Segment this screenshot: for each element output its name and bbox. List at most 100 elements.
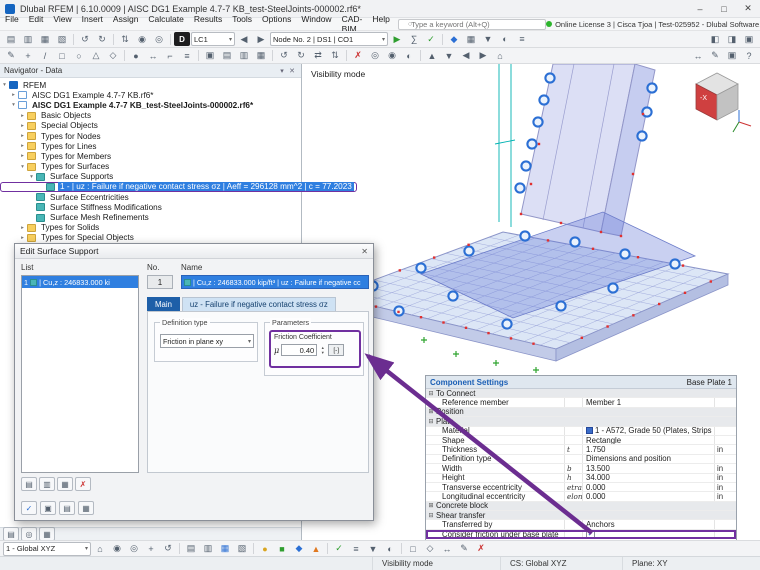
orbit-button[interactable]: ↺	[160, 542, 176, 556]
tree-expand-icon[interactable]: ▸	[9, 92, 18, 98]
anchor-icon[interactable]	[463, 245, 475, 257]
pan-button[interactable]: +	[143, 542, 159, 556]
cs-row-shear-transfer[interactable]: ⊟ Shear transfer	[426, 511, 736, 521]
tables-button[interactable]: ▦	[463, 32, 479, 46]
dimension-button[interactable]: ↔	[145, 49, 161, 63]
anchor-icon[interactable]	[519, 230, 531, 242]
checkbox-checked-icon[interactable]: ✓	[586, 529, 595, 539]
left-view-button[interactable]: ◀	[458, 49, 474, 63]
anchor-icon[interactable]	[415, 262, 427, 274]
tree-item-surface-support-1[interactable]: 1 - | uz : Failure if negative contact s…	[0, 181, 357, 193]
delete-support-button[interactable]: ✗	[75, 477, 91, 491]
cs-row-reference-member[interactable]: Reference member Member 1	[426, 398, 736, 408]
anchor-icon[interactable]	[569, 236, 581, 248]
maximize-button[interactable]: □	[712, 0, 736, 17]
dialog-titlebar[interactable]: Edit Surface Support ✕	[15, 244, 373, 259]
zoom-all-button[interactable]: ◉	[109, 542, 125, 556]
friction-coefficient-input[interactable]: 0.40	[281, 344, 318, 356]
undo-button[interactable]: ↺	[77, 32, 93, 46]
clipping-box-button[interactable]: □	[405, 542, 421, 556]
nav-tab-data[interactable]: ▤	[3, 527, 19, 541]
insert-polygon-button[interactable]: △	[88, 49, 104, 63]
tree-item-basic-objects[interactable]: ▸ Basic Objects	[0, 111, 301, 121]
new-support-button[interactable]: ▤	[21, 477, 37, 491]
tree-item-surface-eccentricities[interactable]: Surface Eccentricities	[0, 192, 301, 202]
cs-row-longitudinal-eccentricity[interactable]: Longitudinal eccentricity elon 0.000 in	[426, 492, 736, 502]
anchor-icon[interactable]	[607, 282, 619, 294]
cs-row-definition-type[interactable]: Definition type Dimensions and position	[426, 454, 736, 465]
tree-item-types-for-members[interactable]: ▸ Types for Members	[0, 151, 301, 161]
select-button[interactable]: ▣	[202, 49, 218, 63]
anchor-icon[interactable]	[514, 182, 526, 194]
rendering-button[interactable]: ▧	[234, 542, 250, 556]
transparent-display-button[interactable]: ▦	[217, 542, 233, 556]
definition-type-select[interactable]: Friction in plane xy ▾	[160, 334, 254, 348]
select-special-button[interactable]: ▥	[236, 49, 252, 63]
nav-tab-views[interactable]: ◎	[21, 527, 37, 541]
tree-item-surface-stiffness-modifications[interactable]: Surface Stiffness Modifications	[0, 202, 301, 212]
settings-button[interactable]: ≡	[514, 32, 530, 46]
expand-icon[interactable]: ⊞	[426, 408, 436, 415]
minimize-button[interactable]: –	[688, 0, 712, 17]
tree-item-types-for-nodes[interactable]: ▸ Types for Nodes	[0, 131, 301, 141]
dialog-close-icon[interactable]: ✕	[361, 247, 368, 256]
anchor-icon[interactable]	[555, 300, 567, 312]
display-properties-button[interactable]: ◉	[134, 32, 150, 46]
info-button[interactable]: ▤	[59, 501, 75, 515]
friction-coefficient-stepper[interactable]: ▴ ▾	[319, 345, 326, 355]
renumber-button[interactable]: ⇅	[117, 32, 133, 46]
zoom-button[interactable]: ◎	[126, 542, 142, 556]
tree-item-special-objects[interactable]: ▸ Special Objects	[0, 121, 301, 131]
print-button[interactable]: ▧	[54, 32, 70, 46]
cs-row-to-connect[interactable]: ⊟ To Connect	[426, 389, 736, 399]
renumber-supports-button[interactable]: ▦	[57, 477, 73, 491]
cs-row-shape[interactable]: Shape Rectangle	[426, 436, 736, 446]
cs-row-consider-friction-under-base-plate[interactable]: Consider friction under base plate ✓	[426, 529, 736, 540]
anchor-icon[interactable]	[641, 106, 653, 118]
insert-circle-button[interactable]: ○	[71, 49, 87, 63]
tree-expand-icon[interactable]: ▾	[18, 164, 27, 170]
collapse-icon[interactable]: ⊟	[426, 390, 436, 397]
redo-button[interactable]: ↻	[94, 32, 110, 46]
cs-row-transferred-by[interactable]: Transferred by Anchors	[426, 520, 736, 530]
home-view-button[interactable]: ⌂	[492, 49, 508, 63]
rotate-view-button[interactable]: ↺	[276, 49, 292, 63]
select-window-button[interactable]: ▤	[219, 49, 235, 63]
visibility-button[interactable]: ◐	[497, 32, 513, 46]
ortho-button[interactable]: ⌐	[162, 49, 178, 63]
anchor-icon[interactable]	[447, 290, 459, 302]
cs-row-transverse-eccentricity[interactable]: Transverse eccentricity etra 0.000 in	[426, 483, 736, 493]
tree-expand-icon[interactable]: ▾	[0, 82, 9, 88]
tree-expand-icon[interactable]: ▸	[18, 123, 27, 129]
snap-line-button[interactable]: ◆	[291, 542, 307, 556]
tree-expand-icon[interactable]: ▾	[27, 174, 36, 180]
insert-surface-button[interactable]: ◇	[105, 49, 121, 63]
cs-row-position[interactable]: ⊞ Position	[426, 407, 736, 418]
anchor-icon[interactable]	[636, 130, 648, 142]
anchor-icon[interactable]	[501, 318, 513, 330]
insert-rectangle-button[interactable]: □	[54, 49, 70, 63]
previous-load-case-button[interactable]: ◀	[236, 32, 252, 46]
close-button[interactable]: ✕	[736, 0, 760, 17]
insert-support-button[interactable]: ●	[128, 49, 144, 63]
cs-row-width[interactable]: Width b 13.500 in	[426, 464, 736, 474]
snap-grid-button[interactable]: ■	[274, 542, 290, 556]
cs-row-material[interactable]: Material 1 - A572, Grade 50 (Plates, Stri…	[426, 426, 736, 436]
navigation-cube[interactable]: -X	[695, 72, 752, 133]
insert-line-button[interactable]: /	[37, 49, 53, 63]
wireframe-button[interactable]: ▤	[183, 542, 199, 556]
edit-button[interactable]: ✎	[3, 49, 19, 63]
tree-item-rfem[interactable]: ▾ RFEM	[0, 80, 301, 90]
check-model-button[interactable]: ✓	[423, 32, 439, 46]
tree-expand-icon[interactable]: ▸	[18, 143, 27, 149]
expand-icon[interactable]: ⊞	[426, 502, 436, 509]
measure-tool-button[interactable]: ↔	[439, 542, 455, 556]
filter-objects-button[interactable]: ▼	[365, 542, 381, 556]
tree-item-types-for-special-objects[interactable]: ▸ Types for Special Objects	[0, 233, 301, 243]
clipping-plane-button[interactable]: ◇	[422, 542, 438, 556]
panel-left-button[interactable]: ◧	[707, 32, 723, 46]
help-button[interactable]: ?	[741, 49, 757, 63]
anchor-icon[interactable]	[526, 138, 538, 150]
anchor-icon[interactable]	[646, 82, 658, 94]
tab-uz-failure-if-negative-contact-stress-z[interactable]: uz - Failure if negative contact stress …	[181, 297, 336, 311]
